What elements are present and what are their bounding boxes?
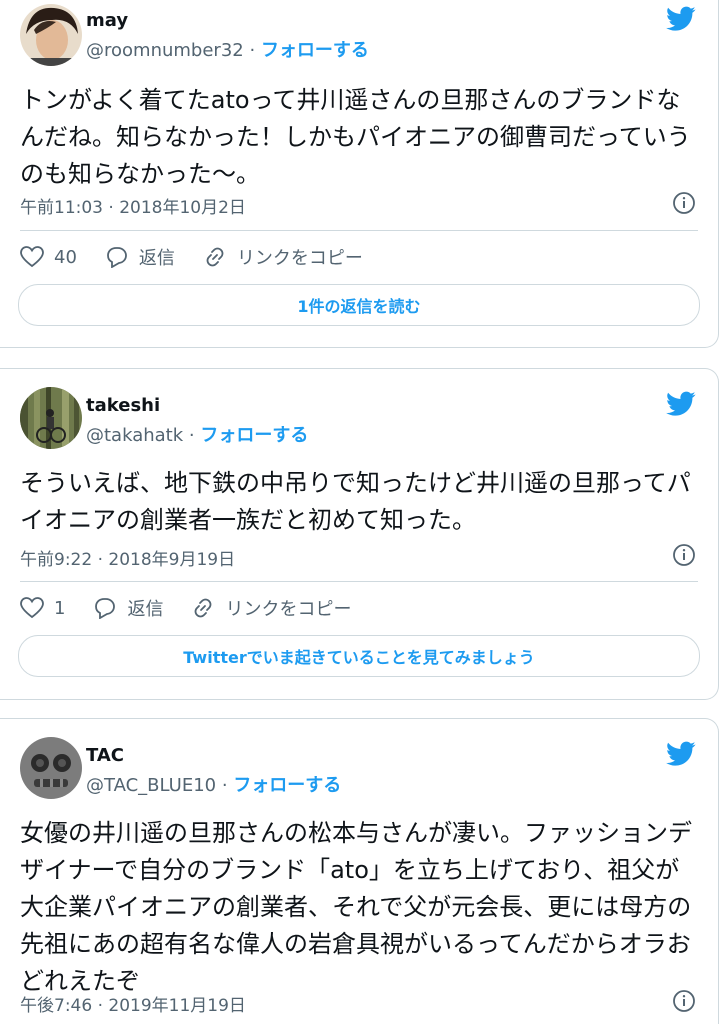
reply-icon — [107, 247, 127, 268]
follow-button[interactable]: フォローする — [200, 425, 308, 446]
divider — [20, 581, 698, 582]
see-whats-happening-button[interactable]: Twitterでいま起きていることを見てみましょう — [18, 635, 700, 677]
reply-label: 返信 — [138, 248, 175, 269]
author-name[interactable]: takeshi — [86, 395, 160, 416]
like-button[interactable]: 40 — [20, 246, 77, 268]
tweet-actions: 1 返信 リンクをコピー — [20, 593, 698, 623]
tweet-text: そういえば、地下鉄の中吊りで知ったけど井川遥の旦那ってパイオニアの創業者一族だと… — [20, 469, 691, 534]
follow-button[interactable]: フォローする — [261, 40, 369, 61]
reply-label: 返信 — [127, 599, 164, 620]
read-replies-button[interactable]: 1件の返信を読む — [18, 284, 700, 326]
tweet-text: 女優の井川遥の旦那さんの松本与さんが凄い。ファッションデザイナーで自分のブランド… — [20, 819, 692, 995]
reply-button[interactable]: 返信 — [105, 244, 175, 270]
tweet-card: takeshi @takahatk · フォローする そういえば、地下鉄の中吊り… — [0, 368, 719, 700]
twitter-bird-icon[interactable] — [666, 741, 696, 767]
info-icon[interactable] — [672, 191, 696, 215]
link-icon — [195, 598, 212, 618]
like-count: 40 — [54, 246, 77, 268]
separator-dot: · — [188, 425, 195, 446]
avatar[interactable] — [20, 4, 82, 66]
copy-link-label: リンクをコピー — [236, 248, 363, 269]
reply-icon — [95, 598, 116, 619]
like-button[interactable]: 1 — [20, 597, 65, 619]
tweet-timestamp[interactable]: 午前9:22 · 2018年9月19日 — [20, 545, 235, 570]
author-handle-line: @takahatk · フォローする — [86, 421, 308, 447]
separator-dot: · — [221, 775, 228, 796]
divider — [20, 230, 698, 231]
author-name[interactable]: may — [86, 10, 128, 31]
twitter-bird-icon[interactable] — [666, 6, 696, 32]
avatar[interactable] — [20, 387, 82, 449]
link-icon — [206, 247, 224, 267]
author-handle[interactable]: @takahatk — [86, 425, 183, 446]
author-name[interactable]: TAC — [86, 745, 124, 766]
tweet-card: may @roomnumber32 · フォローする トンがよく着てたatoって… — [0, 0, 719, 348]
author-handle-line: @TAC_BLUE10 · フォローする — [86, 771, 341, 797]
heart-icon — [20, 246, 44, 268]
info-icon[interactable] — [672, 989, 696, 1013]
reply-button[interactable]: 返信 — [93, 595, 163, 621]
copy-link-label: リンクをコピー — [225, 599, 352, 620]
tweet-timestamp[interactable]: 午後7:46 · 2019年11月19日 — [20, 991, 246, 1016]
like-count: 1 — [54, 597, 66, 619]
twitter-bird-icon[interactable] — [666, 391, 696, 417]
copy-link-button[interactable]: リンクをコピー — [191, 595, 351, 621]
tweet-text: トンがよく着てたatoって井川遥さんの旦那さんのブランドなんだね。知らなかった！… — [20, 86, 691, 188]
tweet-timestamp[interactable]: 午前11:03 · 2018年10月2日 — [20, 193, 246, 218]
author-handle[interactable]: @TAC_BLUE10 — [86, 775, 216, 796]
author-handle[interactable]: @roomnumber32 — [86, 40, 244, 61]
avatar[interactable] — [20, 737, 82, 799]
tweet-actions: 40 返信 リンクをコピー — [20, 242, 698, 272]
follow-button[interactable]: フォローする — [233, 775, 341, 796]
separator-dot: · — [249, 40, 256, 61]
tweet-card: TAC @TAC_BLUE10 · フォローする 女優の井川遥の旦那さんの松本与… — [0, 718, 719, 1024]
info-icon[interactable] — [672, 543, 696, 567]
heart-icon — [20, 597, 44, 619]
author-handle-line: @roomnumber32 · フォローする — [86, 36, 369, 62]
copy-link-button[interactable]: リンクをコピー — [203, 244, 363, 270]
